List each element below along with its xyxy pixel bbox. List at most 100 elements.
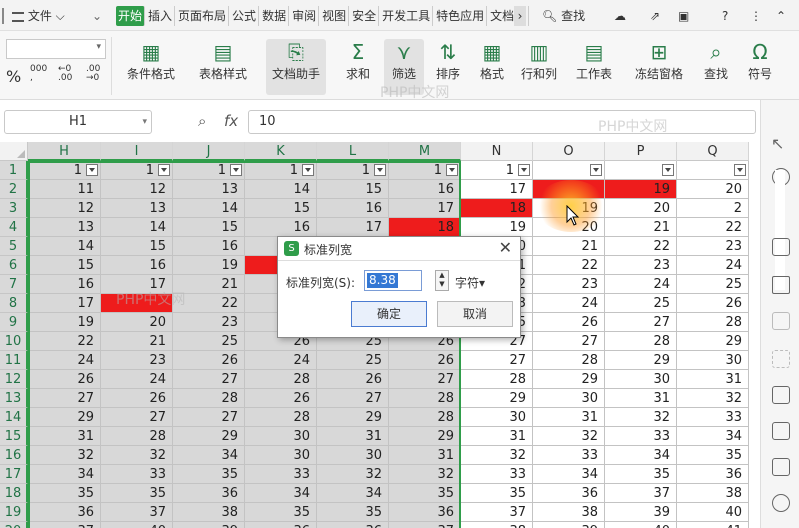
function-icon[interactable]: fx — [224, 112, 238, 130]
table-cell[interactable]: 24 — [101, 370, 173, 389]
cancel-button[interactable]: 取消 — [437, 301, 513, 327]
table-cell[interactable]: 17 — [28, 294, 101, 313]
column-header-H[interactable]: H — [28, 142, 101, 161]
table-cell[interactable]: 33 — [245, 465, 317, 484]
table-cell[interactable]: 36 — [317, 522, 389, 528]
tab-7[interactable]: 安全 — [350, 6, 380, 26]
table-cell[interactable]: 38 — [461, 522, 533, 528]
ok-button[interactable]: 确定 — [351, 301, 427, 327]
ribbon-btn-format[interactable]: ▦ 格式 — [472, 39, 512, 95]
table-cell[interactable]: 34 — [677, 427, 749, 446]
table-cell[interactable]: 28 — [389, 408, 461, 427]
table-cell[interactable]: 23 — [101, 351, 173, 370]
table-cell[interactable]: 12 — [101, 180, 173, 199]
filter-dropdown-icon[interactable] — [86, 164, 98, 176]
table-cell[interactable]: 20 — [101, 313, 173, 332]
chart-icon[interactable] — [772, 276, 790, 294]
table-cell[interactable]: 23 — [533, 275, 605, 294]
table-cell[interactable]: 33 — [461, 465, 533, 484]
table-cell[interactable]: 40 — [605, 522, 677, 528]
table-cell[interactable]: 32 — [101, 446, 173, 465]
row-header[interactable]: 20 — [0, 522, 28, 528]
close-icon[interactable]: ✕ — [499, 238, 512, 257]
table-cell[interactable]: 14 — [173, 199, 245, 218]
table-cell[interactable]: 33 — [533, 446, 605, 465]
table-cell[interactable]: 36 — [245, 522, 317, 528]
ribbon-btn-worksheet[interactable]: ▤ 工作表 — [568, 39, 620, 95]
table-cell[interactable]: 32 — [605, 408, 677, 427]
table-cell[interactable]: 13 — [101, 199, 173, 218]
table-cell[interactable]: 32 — [677, 389, 749, 408]
table-cell[interactable]: 39 — [605, 503, 677, 522]
table-cell[interactable]: 17 — [389, 199, 461, 218]
row-header[interactable]: 5 — [0, 237, 28, 256]
table-cell[interactable]: 38 — [677, 484, 749, 503]
table-cell[interactable]: 22 — [605, 237, 677, 256]
ribbon-btn-symbol[interactable]: Ω 符号 — [740, 39, 780, 95]
table-cell[interactable]: 18 — [389, 218, 461, 237]
ribbon-btn-find[interactable]: ⌕ 查找 — [696, 39, 736, 95]
table-cell[interactable]: 30 — [245, 446, 317, 465]
table-cell[interactable]: 17 — [317, 218, 389, 237]
filter-dropdown-icon[interactable] — [590, 164, 602, 176]
tab-6[interactable]: 视图 — [320, 6, 350, 26]
row-header[interactable]: 9 — [0, 313, 28, 332]
table-cell[interactable]: 30 — [533, 389, 605, 408]
table-cell[interactable] — [605, 161, 677, 180]
settings-icon[interactable] — [772, 494, 790, 512]
table-cell[interactable]: 13 — [173, 180, 245, 199]
table-cell[interactable]: 35 — [28, 484, 101, 503]
quick-access-chevron-icon[interactable]: ⌄ — [92, 7, 102, 25]
tab-4[interactable]: 数据 — [260, 6, 290, 26]
table-cell[interactable]: 36 — [173, 484, 245, 503]
column-header-L[interactable]: L — [317, 142, 389, 161]
table-cell[interactable]: 28 — [533, 351, 605, 370]
row-header[interactable]: 13 — [0, 389, 28, 408]
copy-icon[interactable] — [772, 386, 790, 404]
table-cell[interactable]: 30 — [461, 408, 533, 427]
table-cell[interactable]: 1 — [317, 161, 389, 180]
table-cell[interactable]: 34 — [605, 446, 677, 465]
table-cell[interactable]: 31 — [461, 427, 533, 446]
table-cell[interactable]: 27 — [173, 408, 245, 427]
table-cell[interactable]: 22 — [533, 256, 605, 275]
font-select[interactable]: ▾ — [6, 39, 106, 59]
table-cell[interactable] — [533, 180, 605, 199]
width-input[interactable]: 8.38 — [364, 270, 422, 291]
table-cell[interactable]: 21 — [605, 218, 677, 237]
decrease-decimal-button[interactable]: .00 →0 — [86, 65, 100, 83]
table-cell[interactable]: 16 — [101, 256, 173, 275]
table-cell[interactable]: 38 — [173, 503, 245, 522]
ribbon-btn-freeze-panes[interactable]: ⊞ 冻结窗格 — [626, 39, 692, 95]
table-cell[interactable]: 23 — [605, 256, 677, 275]
table-cell[interactable]: 29 — [677, 332, 749, 351]
unit-select[interactable]: 字符▾ — [455, 274, 485, 291]
table-cell[interactable]: 14 — [245, 180, 317, 199]
table-cell[interactable]: 18 — [461, 199, 533, 218]
table-cell[interactable]: 34 — [533, 465, 605, 484]
table-cell[interactable]: 26 — [101, 389, 173, 408]
help-icon[interactable]: ? — [722, 7, 728, 25]
collapse-ribbon-icon[interactable]: ⌃ — [776, 7, 786, 25]
table-cell[interactable]: 33 — [101, 465, 173, 484]
table-cell[interactable]: 31 — [389, 446, 461, 465]
row-header[interactable]: 16 — [0, 446, 28, 465]
table-cell[interactable]: 1 — [173, 161, 245, 180]
select-all-corner[interactable] — [0, 142, 28, 161]
table-cell[interactable]: 28 — [605, 332, 677, 351]
table-cell[interactable]: 1 — [245, 161, 317, 180]
filter-dropdown-icon[interactable] — [446, 164, 458, 176]
export-icon[interactable] — [772, 422, 790, 440]
table-cell[interactable]: 28 — [245, 408, 317, 427]
more-icon[interactable]: ⋮ — [750, 7, 762, 25]
table-cell[interactable]: 15 — [101, 237, 173, 256]
table-cell[interactable]: 35 — [317, 503, 389, 522]
table-cell[interactable]: 26 — [173, 351, 245, 370]
column-header-N[interactable]: N — [461, 142, 533, 161]
table-cell[interactable]: 14 — [101, 218, 173, 237]
table-cell[interactable]: 25 — [317, 351, 389, 370]
grid-view-icon[interactable] — [772, 238, 790, 256]
save-icon[interactable]: ▣ — [678, 7, 689, 25]
column-header-Q[interactable]: Q — [677, 142, 749, 161]
table-cell[interactable]: 16 — [173, 237, 245, 256]
